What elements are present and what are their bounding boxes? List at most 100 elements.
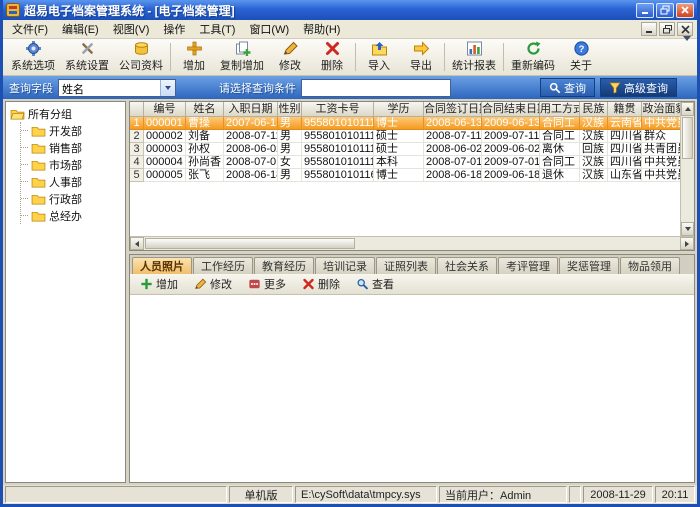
column-header-3[interactable]: 性别 — [278, 102, 302, 117]
tab-5[interactable]: 社会关系 — [437, 257, 497, 274]
detail-button-more[interactable]: 更多 — [241, 274, 293, 294]
menu-item-3[interactable]: 操作 — [156, 19, 192, 39]
table-row-2[interactable]: 3000003孙权2008-06-02男955801010111硕士2008-0… — [130, 143, 680, 156]
query-condition-input[interactable] — [301, 79, 451, 97]
toolbar-button-export[interactable]: 导出 — [400, 40, 442, 74]
column-header-6[interactable]: 合同签订日期 — [424, 102, 482, 117]
toolbar-separator — [444, 43, 445, 71]
detail-button-view[interactable]: 查看 — [349, 274, 401, 294]
query-bar: 查询字段 姓名 请选择查询条件 查询 高级查询 — [3, 76, 697, 99]
scroll-right-button[interactable] — [680, 237, 694, 250]
toolbar-button-about[interactable]: ?关于 — [560, 40, 602, 74]
tab-8[interactable]: 物品领用 — [620, 257, 680, 274]
tree-item-2[interactable]: 市场部 — [21, 156, 125, 173]
tree-item-1[interactable]: 销售部 — [21, 139, 125, 156]
menu-item-5[interactable]: 窗口(W) — [242, 19, 296, 39]
toolbar-overflow-chevron[interactable] — [680, 39, 694, 58]
search-button-label: 查询 — [564, 80, 586, 96]
table-row-3[interactable]: 4000004孙尚香2008-07-01女955801010111本科2008-… — [130, 156, 680, 169]
column-header-7[interactable]: 合同结束日期 — [482, 102, 540, 117]
scroll-up-button[interactable] — [681, 102, 694, 116]
table-row-0[interactable]: 1000001曹操2007-06-13男955801010111博士2008-0… — [130, 117, 680, 130]
detail-toolbar: 增加修改更多删除查看 — [130, 274, 694, 295]
scroll-down-button[interactable] — [681, 222, 694, 236]
tab-6[interactable]: 考评管理 — [498, 257, 558, 274]
edit-icon — [194, 278, 207, 290]
delete-icon — [302, 278, 315, 290]
close-button[interactable] — [676, 3, 694, 18]
tree-item-5[interactable]: 总经办 — [21, 207, 125, 224]
detail-button-delete[interactable]: 删除 — [295, 274, 347, 294]
toolbar-button-label: 修改 — [279, 57, 301, 73]
table-cell: 955801010111 — [302, 156, 374, 169]
table-cell: 曹操 — [186, 117, 224, 130]
table-cell: 2008-06-18 — [424, 169, 482, 182]
table-cell: 四川省 — [608, 143, 642, 156]
toolbar-button-import[interactable]: 导入 — [358, 40, 400, 74]
tab-4[interactable]: 证照列表 — [376, 257, 436, 274]
chevron-down-icon[interactable] — [160, 80, 175, 96]
table-cell: 2008-06-02 — [224, 143, 278, 156]
query-field-combobox[interactable]: 姓名 — [58, 79, 176, 97]
table-cell: 退休 — [540, 169, 580, 182]
tab-2[interactable]: 教育经历 — [254, 257, 314, 274]
minimize-button[interactable] — [636, 3, 654, 18]
detail-button-edit[interactable]: 修改 — [187, 274, 239, 294]
column-header-2[interactable]: 入职日期 — [224, 102, 278, 117]
toolbar-button-edit[interactable]: 修改 — [269, 40, 311, 74]
tree-item-3[interactable]: 人事部 — [21, 173, 125, 190]
tree-root-all-groups[interactable]: 所有分组 — [10, 105, 125, 122]
toolbar-button-recode[interactable]: 重新编码 — [506, 40, 560, 74]
tab-1[interactable]: 工作经历 — [193, 257, 253, 274]
detail-button-add-green[interactable]: 增加 — [133, 274, 185, 294]
column-header-rownum — [130, 102, 144, 117]
menu-item-1[interactable]: 编辑(E) — [55, 19, 106, 39]
query-field-label: 查询字段 — [9, 80, 53, 96]
tab-3[interactable]: 培训记录 — [315, 257, 375, 274]
menu-item-6[interactable]: 帮助(H) — [296, 19, 347, 39]
vertical-scrollbar[interactable] — [680, 102, 694, 236]
toolbar-button-settings[interactable]: 系统设置 — [60, 40, 114, 74]
status-mode: 单机版 — [229, 486, 293, 503]
column-header-9[interactable]: 民族 — [580, 102, 608, 117]
menu-item-4[interactable]: 工具(T) — [192, 19, 242, 39]
column-header-1[interactable]: 姓名 — [186, 102, 224, 117]
horizontal-scroll-thumb[interactable] — [145, 238, 355, 249]
mdi-minimize-button[interactable] — [641, 22, 657, 36]
mdi-restore-button[interactable] — [659, 22, 675, 36]
toolbar-button-copy-add[interactable]: 复制增加 — [215, 40, 269, 74]
tree-item-label: 销售部 — [49, 140, 82, 156]
toolbar-button-report[interactable]: 统计报表 — [447, 40, 501, 74]
column-header-11[interactable]: 政治面貌 — [642, 102, 680, 117]
view-icon — [356, 278, 369, 290]
tree-item-4[interactable]: 行政部 — [21, 190, 125, 207]
main-toolbar: 系统选项系统设置公司资料增加复制增加修改删除导入导出统计报表重新编码?关于 — [3, 39, 697, 76]
column-header-10[interactable]: 籍贯 — [608, 102, 642, 117]
column-header-5[interactable]: 学历 — [374, 102, 424, 117]
advanced-search-button[interactable]: 高级查询 — [600, 78, 677, 97]
menu-item-0[interactable]: 文件(F) — [5, 19, 55, 39]
tab-7[interactable]: 奖惩管理 — [559, 257, 619, 274]
column-header-8[interactable]: 用工方式 — [540, 102, 580, 117]
table-row-1[interactable]: 2000002刘备2008-07-11男955801010111硕士2008-0… — [130, 130, 680, 143]
tab-0[interactable]: 人员照片 — [132, 257, 192, 274]
column-header-4[interactable]: 工资卡号 — [302, 102, 374, 117]
toolbar-button-add[interactable]: 增加 — [173, 40, 215, 74]
mdi-close-button[interactable] — [677, 22, 693, 36]
table-row-4[interactable]: 5000005张飞2008-06-18男955801010116博士2008-0… — [130, 169, 680, 182]
horizontal-scrollbar[interactable] — [130, 236, 694, 250]
row-number-cell: 1 — [130, 117, 144, 130]
scroll-left-button[interactable] — [130, 237, 144, 250]
toolbar-button-options[interactable]: 系统选项 — [6, 40, 60, 74]
table-cell: 博士 — [374, 117, 424, 130]
menu-item-2[interactable]: 视图(V) — [106, 19, 157, 39]
toolbar-button-company[interactable]: 公司资料 — [114, 40, 168, 74]
status-current-user: 当前用户：Admin — [439, 486, 567, 503]
table-cell: 刘备 — [186, 130, 224, 143]
column-header-0[interactable]: 编号 — [144, 102, 186, 117]
restore-button[interactable] — [656, 3, 674, 18]
tree-item-0[interactable]: 开发部 — [21, 122, 125, 139]
vertical-scroll-thumb[interactable] — [682, 117, 693, 159]
search-button[interactable]: 查询 — [540, 78, 595, 97]
toolbar-button-delete[interactable]: 删除 — [311, 40, 353, 74]
